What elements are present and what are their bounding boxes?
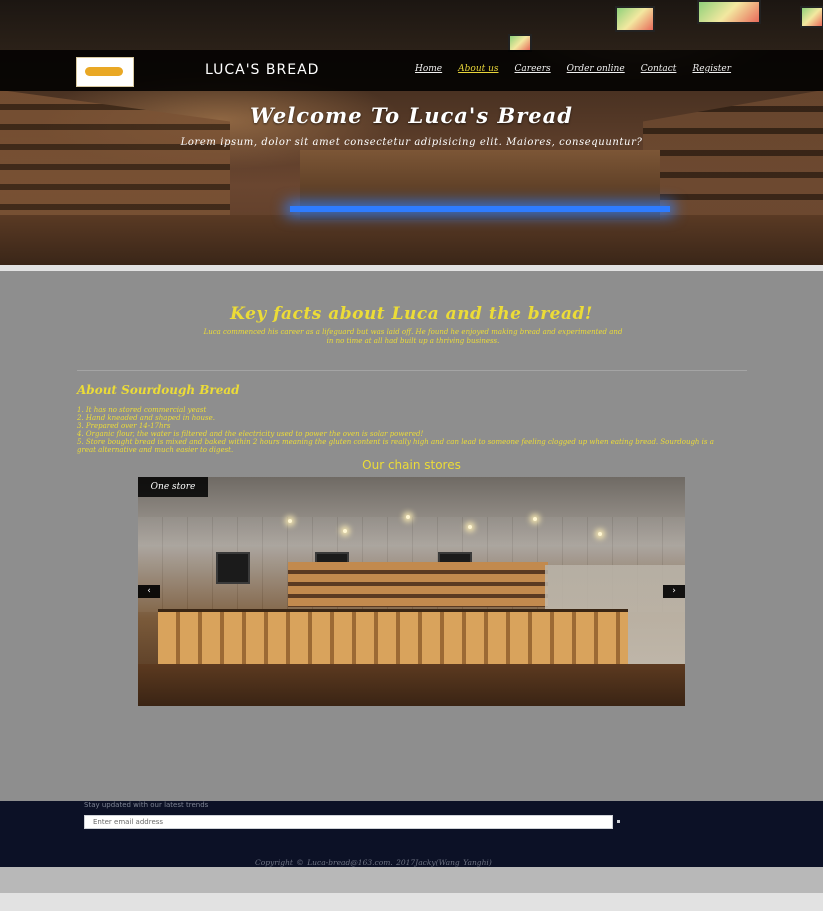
nav-home[interactable]: Home [415,64,442,74]
facts-title: Key facts about Luca and the bread! [230,304,593,324]
carousel-image-board [216,552,250,584]
chevron-left-icon[interactable]: ‹ [138,585,160,598]
logo-icon [85,67,123,76]
list-item: 4. Organic flour, the water is filtered … [77,430,424,438]
nav-contact[interactable]: Contact [641,64,677,74]
hero-subtitle: Lorem ipsum, dolor sit amet consectetur … [180,137,643,148]
main-content: Key facts about Luca and the bread! Luca… [0,271,823,801]
hero-banner: Welcome To Luca's Bread Lorem ipsum, dol… [0,0,823,265]
carousel-image-light [343,529,347,533]
hero-title: Welcome To Luca's Bread [250,103,573,128]
facts-text: Luca commenced his career as a lifeguard… [203,328,623,345]
hero-counter-light [290,206,670,212]
store-carousel[interactable]: One store ‹ › [138,477,685,706]
hero-floor [0,215,823,265]
chain-stores-title: Our chain stores [362,458,461,472]
brand-name[interactable]: LUCA'S BREAD [205,62,319,78]
carousel-image-display-case [158,609,628,667]
sourdough-title: About Sourdough Bread [77,383,240,397]
chevron-right-icon[interactable]: › [663,585,685,598]
list-item: 2. Hand kneaded and shaped in house. [77,414,215,422]
copyright: Copyright © Luca-bread@163.com. 2017Jack… [255,858,492,867]
list-item: 1. It has no stored commercial yeast [77,406,207,414]
logo[interactable] [76,57,134,87]
carousel-image-light [468,525,472,529]
footer: Stay updated with our latest trends Copy… [0,801,823,867]
newsletter-label: Stay updated with our latest trends [84,801,209,809]
main-nav: Home About us Careers Order online Conta… [415,64,731,74]
nav-careers[interactable]: Careers [515,64,551,74]
carousel-image-light [288,519,292,523]
email-field[interactable] [84,815,613,829]
nav-register[interactable]: Register [692,64,731,74]
carousel-image-light [533,517,537,521]
navbar: LUCA'S BREAD Home About us Careers Order… [0,50,823,91]
sourdough-list: 1. It has no stored commercial yeast 2. … [77,406,727,454]
subscribe-button[interactable] [617,820,620,823]
carousel-image-light [598,532,602,536]
carousel-image-shelves [288,562,548,607]
nav-order-online[interactable]: Order online [567,64,625,74]
nav-about-us[interactable]: About us [458,64,498,74]
carousel-caption: One store [138,477,208,497]
list-item: 3. Prepared over 14-17hrs [77,422,171,430]
list-item: 5. Store bought bread is mixed and baked… [77,438,714,454]
carousel-image-light [406,515,410,519]
divider [77,370,747,371]
carousel-image-counter [138,664,685,706]
page-bottom-strip [0,867,823,893]
